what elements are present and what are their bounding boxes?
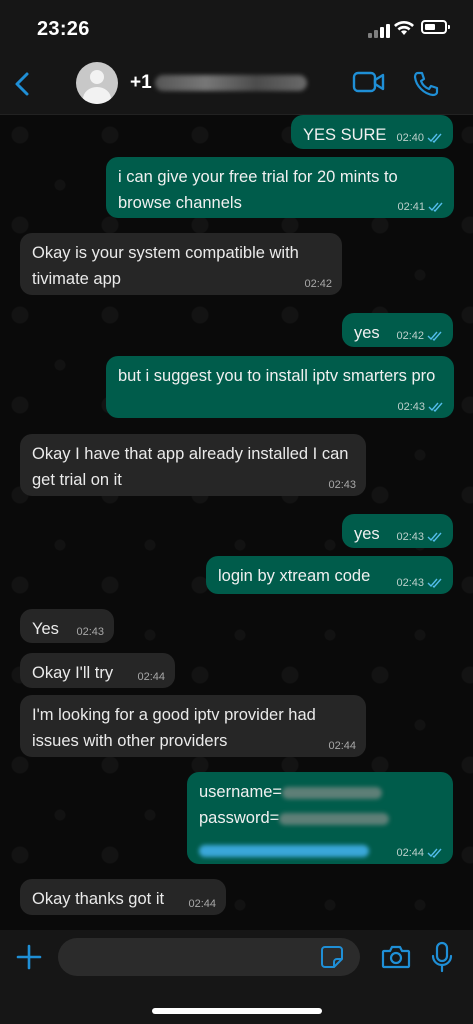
message-time: 02:43 (396, 531, 424, 543)
message-bubble-outgoing[interactable]: login by xtream code 02:43 (206, 556, 453, 594)
message-text: yes (354, 324, 380, 342)
message-time: 02:42 (396, 330, 424, 342)
message-text: Okay I'll try (32, 664, 114, 682)
message-text: Yes (32, 620, 59, 638)
message-time: 02:44 (188, 898, 216, 910)
double-check-icon (427, 532, 442, 542)
message-time: 02:43 (76, 626, 104, 638)
battery-icon (421, 20, 450, 34)
message-bubble-outgoing[interactable]: but i suggest you to install iptv smarte… (106, 356, 454, 418)
username-label: username= (199, 783, 283, 801)
message-text: but i suggest you to install iptv smarte… (118, 367, 436, 385)
credentials-username-line: username= (199, 779, 441, 805)
message-text: YES SURE (303, 126, 387, 144)
message-time: 02:44 (137, 671, 165, 683)
message-bubble-outgoing[interactable]: i can give your free trial for 20 mints … (106, 157, 454, 218)
redacted-password (279, 812, 390, 825)
message-text: i can give your free trial for 20 mints … (118, 168, 398, 212)
message-bubble-incoming[interactable]: Okay thanks got it 02:44 (20, 879, 226, 915)
camera-icon[interactable] (381, 944, 411, 970)
plus-icon[interactable] (16, 944, 42, 970)
cellular-signal-icon (368, 24, 390, 38)
message-time: 02:41 (397, 201, 425, 213)
double-check-icon (427, 331, 442, 341)
message-time: 02:44 (396, 847, 424, 859)
message-time: 02:43 (328, 479, 356, 491)
contact-name[interactable]: +1 (130, 72, 152, 94)
double-check-icon (428, 402, 443, 412)
message-time: 02:43 (397, 401, 425, 413)
double-check-icon (427, 133, 442, 143)
message-bubble-incoming[interactable]: Okay I have that app already installed I… (20, 434, 366, 496)
redacted-phone-number (155, 75, 307, 91)
message-bubble-outgoing[interactable]: yes 02:42 (342, 313, 453, 347)
message-time: 02:44 (328, 740, 356, 752)
message-time: 02:42 (304, 278, 332, 290)
message-list[interactable]: YES SURE 02:40 i can give your free tria… (0, 115, 473, 930)
composer-bar (0, 930, 473, 1024)
home-indicator (152, 1008, 322, 1014)
chat-header: +1 (0, 58, 473, 115)
message-bubble-incoming[interactable]: Okay is your system compatible with tivi… (20, 233, 342, 295)
status-bar: 23:26 (0, 0, 473, 58)
message-time: 02:40 (396, 132, 424, 144)
message-bubble-outgoing[interactable]: YES SURE 02:40 (291, 115, 453, 149)
message-bubble-outgoing[interactable]: yes 02:43 (342, 514, 453, 548)
message-text: yes (354, 525, 380, 543)
redacted-username (282, 786, 383, 799)
message-time: 02:43 (396, 577, 424, 589)
message-text: I'm looking for a good iptv provider had… (32, 706, 316, 750)
message-input[interactable] (58, 938, 360, 976)
status-time: 23:26 (37, 18, 90, 40)
password-label: password= (199, 809, 280, 827)
double-check-icon (427, 848, 442, 858)
sticker-icon[interactable] (320, 945, 344, 969)
message-text: login by xtream code (218, 567, 371, 585)
message-bubble-incoming[interactable]: Okay I'll try 02:44 (20, 653, 175, 688)
message-text: Okay I have that app already installed I… (32, 445, 349, 489)
message-bubble-outgoing[interactable]: username= password= 02:44 (187, 772, 453, 864)
avatar-icon[interactable] (76, 62, 118, 104)
microphone-icon[interactable] (430, 941, 454, 973)
wifi-icon (394, 21, 414, 35)
double-check-icon (427, 578, 442, 588)
message-text: Okay thanks got it (32, 890, 165, 908)
message-text: Okay is your system compatible with tivi… (32, 244, 299, 288)
back-chevron-icon[interactable] (8, 68, 38, 100)
message-bubble-incoming[interactable]: Yes 02:43 (20, 609, 114, 643)
phone-call-icon[interactable] (412, 70, 440, 98)
credentials-password-line: password= (199, 805, 441, 831)
double-check-icon (428, 202, 443, 212)
video-call-icon[interactable] (352, 70, 386, 94)
message-bubble-incoming[interactable]: I'm looking for a good iptv provider had… (20, 695, 366, 757)
